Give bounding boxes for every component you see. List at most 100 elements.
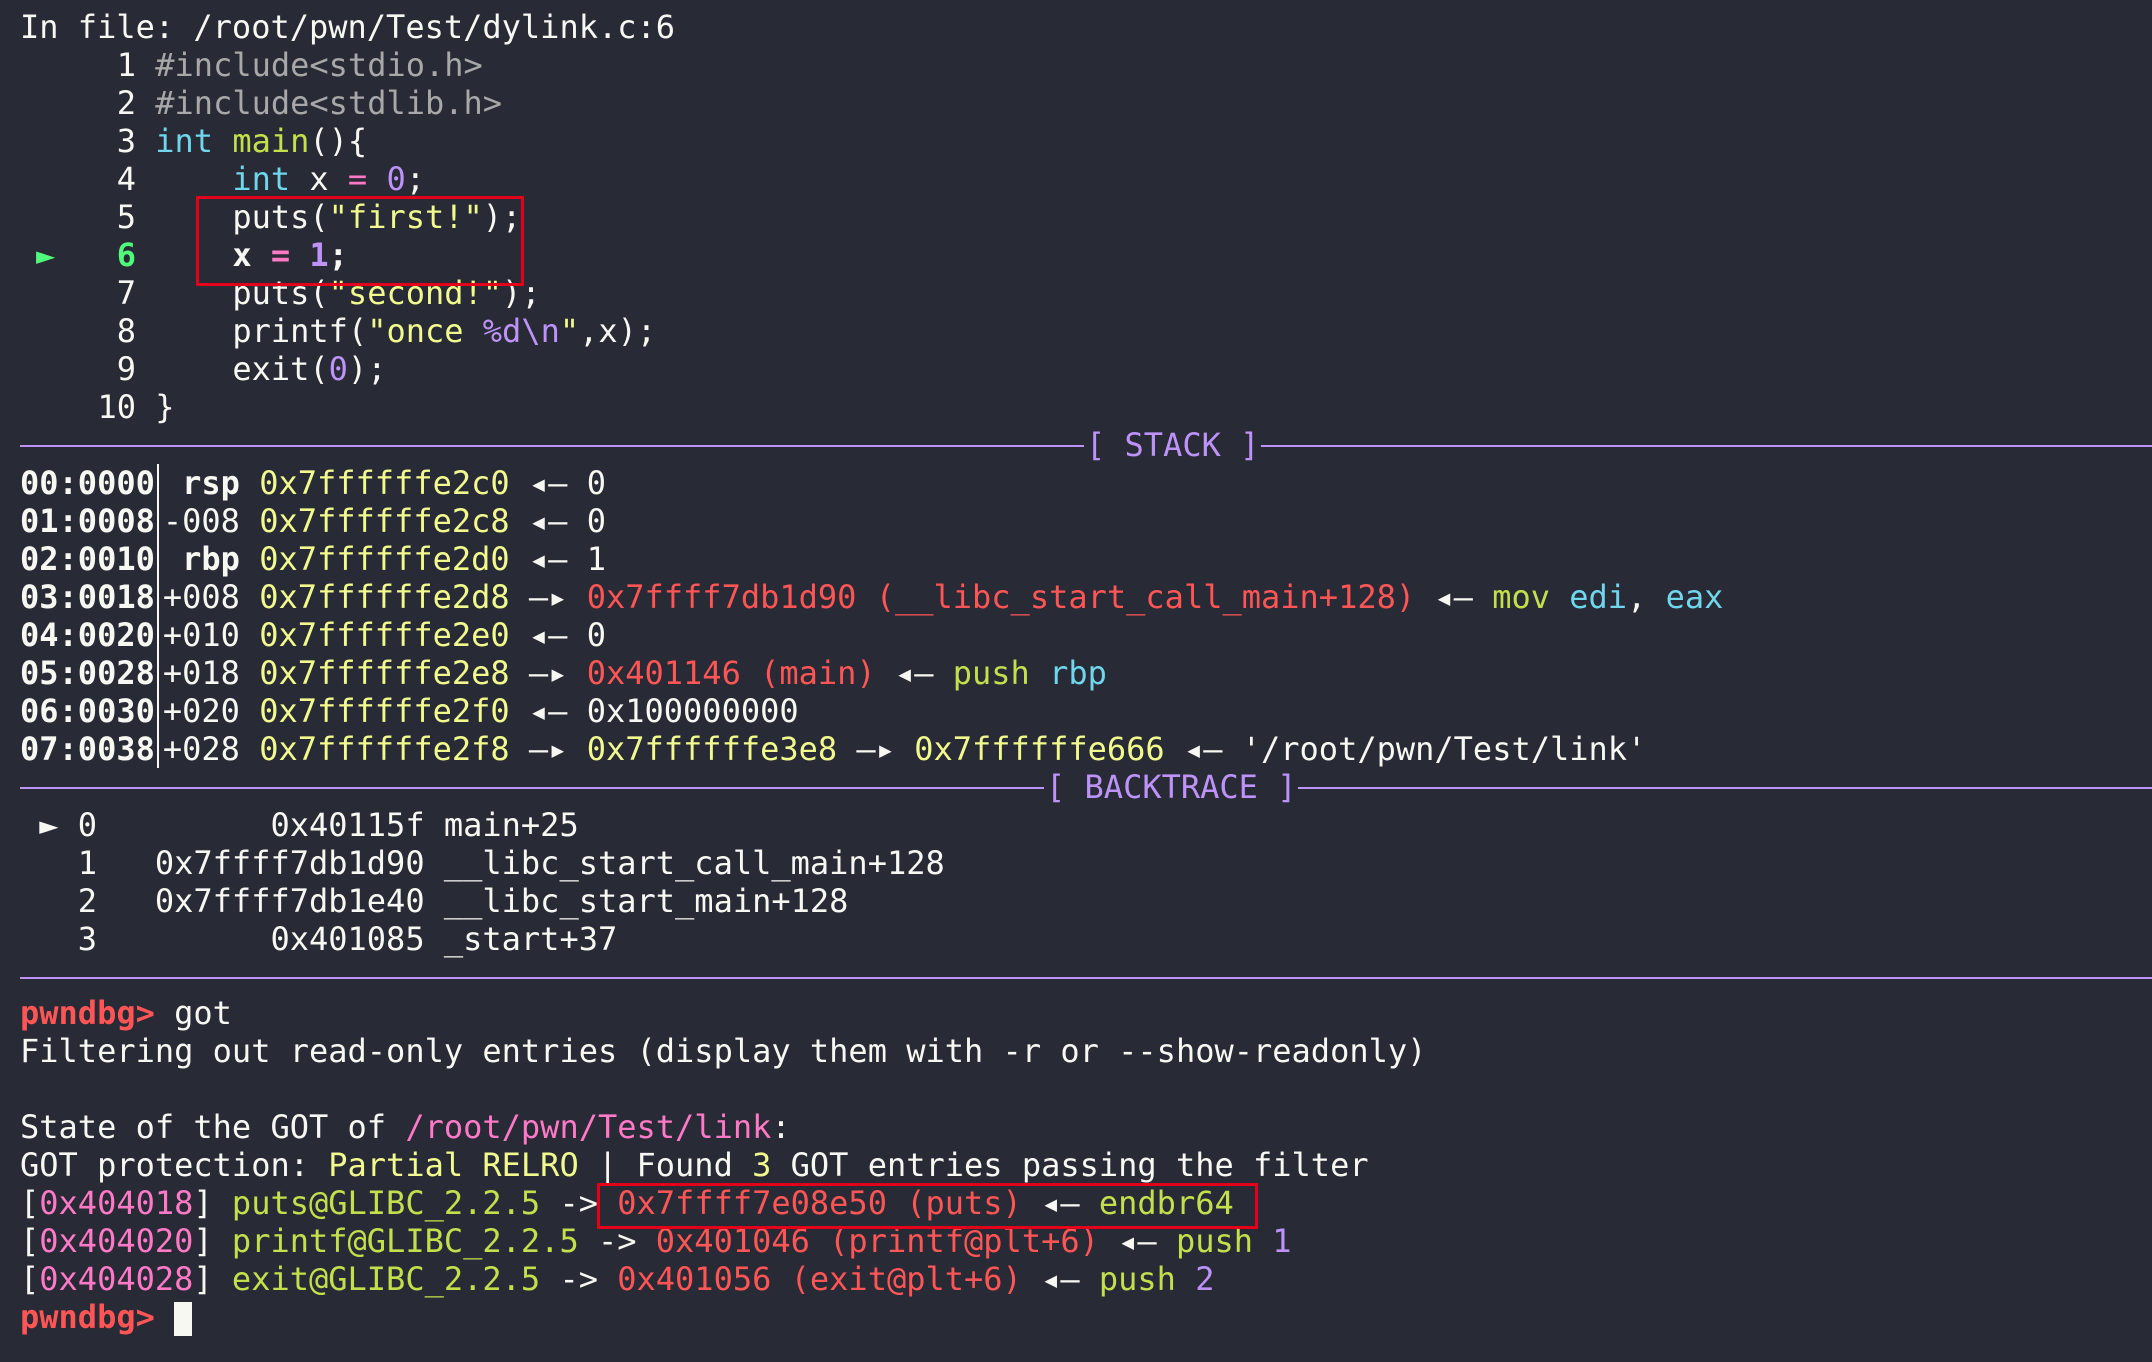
stack-value: mov	[1492, 578, 1550, 616]
line-number: 4	[116, 160, 136, 198]
stack-index: 06:0030	[20, 692, 155, 730]
stack-address: 0x7ffffffe2e0	[259, 616, 510, 654]
current-line-marker: ►	[36, 236, 56, 274]
found-count: 3	[752, 1146, 772, 1184]
code-token: "once	[367, 312, 483, 350]
stack-value: 0	[586, 502, 606, 540]
stack-offset: +008	[156, 578, 240, 616]
context-end-rule-line	[20, 977, 2152, 979]
stack-address: 0x7ffffffe2f8	[259, 730, 510, 768]
backtrace-view: ► 0 0x40115f main+25 1 0x7ffff7db1d90 __…	[20, 806, 2152, 958]
backtrace-separator: [ BACKTRACE ]	[20, 768, 2152, 806]
stack-value: 0x7ffffffe3e8	[586, 730, 838, 768]
got-binary-path: /root/pwn/Test/link	[405, 1108, 772, 1146]
protection-prefix: GOT protection:	[20, 1146, 329, 1184]
source-line: 7 puts("second!");	[20, 274, 2152, 312]
code-token: puts(	[155, 274, 329, 312]
source-listing: 1 #include<stdio.h> 2 #include<stdlib.h>…	[20, 46, 2152, 426]
code-token: %d	[482, 312, 522, 350]
current-line-marker	[36, 388, 64, 426]
gutter-space	[136, 160, 155, 198]
arrow: ◂—	[1021, 1260, 1099, 1298]
stack-index: 05:0028	[20, 654, 155, 692]
backtrace-frame: 1 0x7ffff7db1d90 __libc_start_call_main+…	[20, 844, 945, 882]
current-line-marker	[36, 160, 64, 198]
got-entry: [0x404018] puts@GLIBC_2.2.5 -> 0x7ffff7e…	[20, 1184, 2152, 1222]
stack-value: 0x7ffff7db1d90 (__libc_start_call_main+1…	[586, 578, 1416, 616]
prompt: pwndbg>	[20, 1298, 155, 1336]
gutter-space	[136, 388, 155, 426]
code-token: ;	[328, 236, 348, 274]
current-line-marker	[36, 122, 64, 160]
input-line[interactable]: pwndbg>	[20, 1298, 2152, 1336]
got-operand: 2	[1195, 1260, 1215, 1298]
stack-value: rbp	[1049, 654, 1107, 692]
code-token: "	[559, 312, 580, 350]
stack-value: —▸	[509, 654, 587, 692]
code-token: int	[155, 122, 214, 160]
code-token: ,x);	[579, 312, 657, 350]
stack-address: 0x7ffffffe2c8	[259, 502, 510, 540]
prompt: pwndbg>	[20, 994, 155, 1032]
stack-value: ◂—	[1415, 578, 1493, 616]
current-line-marker	[36, 46, 64, 84]
source-line: 8 printf("once %d\n",x);	[20, 312, 2152, 350]
stack-index: 02:0010	[20, 540, 155, 578]
stack-value: ◂—	[509, 502, 587, 540]
gutter-space	[136, 46, 155, 84]
stack-value: —▸	[837, 730, 915, 768]
file-header: In file: /root/pwn/Test/dylink.c:6	[20, 8, 2152, 46]
got-state-line: State of the GOT of /root/pwn/Test/link:	[20, 1108, 2152, 1146]
stack-row: 03:0018 +008 0x7ffffffe2d8 —▸ 0x7ffff7db1…	[20, 578, 2152, 616]
got-instruction: push	[1098, 1260, 1176, 1298]
code-token: "first!"	[328, 198, 483, 236]
line-number: 8	[116, 312, 136, 350]
got-entries: [0x404018] puts@GLIBC_2.2.5 -> 0x7ffff7e…	[20, 1184, 2152, 1298]
source-line: 1 #include<stdio.h>	[20, 46, 2152, 84]
code-token: );	[482, 198, 522, 236]
stack-value	[1030, 654, 1049, 692]
stack-separator: [ STACK ]	[20, 426, 2152, 464]
stack-value: '/root/pwn/Test/link'	[1241, 730, 1647, 768]
bracket: ]	[193, 1184, 232, 1222]
stack-address: 0x7ffffffe2c0	[259, 464, 510, 502]
arrow: ->	[540, 1260, 618, 1298]
source-line: 10 }	[20, 388, 2152, 426]
gutter-space	[136, 350, 155, 388]
stack-row: 05:0028 +018 0x7ffffffe2e8 —▸ 0x401146 (m…	[20, 654, 2152, 692]
bracket: ]	[193, 1222, 232, 1260]
got-symbol: printf@GLIBC_2.2.5	[231, 1222, 579, 1260]
stack-value: ◂—	[509, 464, 587, 502]
source-line: ► 6 x = 1;	[20, 236, 2152, 274]
code-token: printf(	[155, 312, 368, 350]
terminal[interactable]: In file: /root/pwn/Test/dylink.c:6 1 #in…	[20, 8, 2152, 1336]
got-operand: 1	[1272, 1222, 1292, 1260]
code-token: puts(	[155, 198, 329, 236]
file-header-path: /root/pwn/Test/dylink.c:6	[193, 8, 676, 46]
got-symbol: exit@GLIBC_2.2.5	[231, 1260, 541, 1298]
got-instruction: push	[1175, 1222, 1253, 1260]
gutter-space	[136, 312, 155, 350]
line-number: 1	[116, 46, 136, 84]
text-cursor[interactable]	[174, 1302, 193, 1336]
arrow: ->	[578, 1222, 656, 1260]
stack-index: 03:0018	[20, 578, 155, 616]
stack-value: ◂—	[509, 540, 587, 578]
code-token: =	[347, 160, 368, 198]
code-token: ;	[405, 160, 425, 198]
line-number: 5	[116, 198, 136, 236]
stack-value: ◂—	[509, 692, 587, 730]
code-token: x	[290, 160, 348, 198]
line-number: 9	[116, 350, 136, 388]
stack-index: 01:0008	[20, 502, 155, 540]
stack-value: ◂—	[875, 654, 953, 692]
stack-value: eax	[1665, 578, 1724, 616]
current-line-marker	[36, 274, 64, 312]
current-line-marker	[36, 312, 64, 350]
arrow: ->	[540, 1184, 618, 1222]
stack-value	[1550, 578, 1569, 616]
got-state-prefix: State of the GOT of	[20, 1108, 406, 1146]
